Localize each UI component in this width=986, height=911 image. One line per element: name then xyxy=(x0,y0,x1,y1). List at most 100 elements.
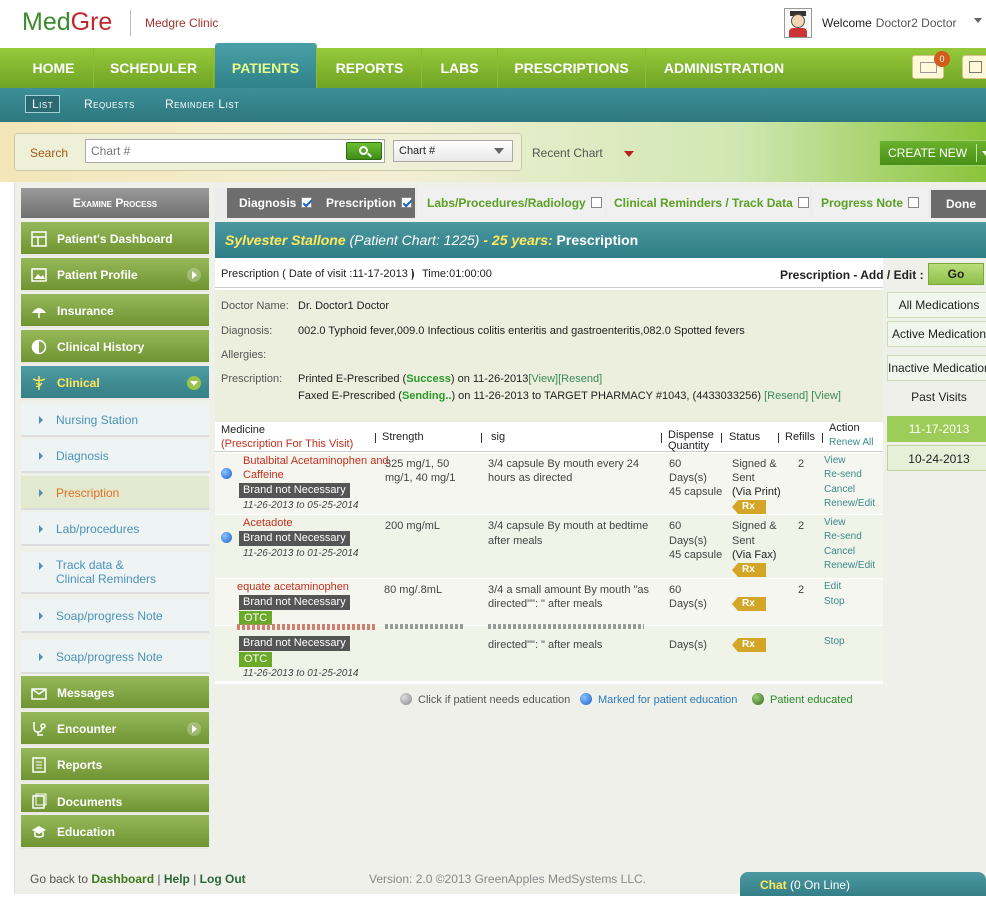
subnav-reminder-list[interactable]: Reminder List xyxy=(165,97,240,111)
user-name[interactable]: Doctor2 Doctor xyxy=(876,16,957,30)
chat-bar[interactable]: Chat (0 On Line) xyxy=(740,872,986,896)
visit-date-text: Prescription ( Date of visit :11-17-2013… xyxy=(221,268,415,280)
visit-separator: | xyxy=(411,268,414,280)
sidebar-sub-soap-note[interactable]: Soap/progress Note xyxy=(21,599,209,633)
eprescribe-line-1: Printed E-Prescribed (Success) on 11-26-… xyxy=(298,373,603,385)
nav-tab-patients[interactable]: PATIENTS xyxy=(215,43,317,88)
section-title: Prescription xyxy=(556,232,639,248)
edit-link[interactable]: Edit xyxy=(824,579,841,594)
rx-tag[interactable]: Rx xyxy=(732,563,766,577)
education-marked-icon[interactable] xyxy=(221,468,232,479)
rx-tag[interactable]: Rx xyxy=(732,597,766,611)
search-button[interactable] xyxy=(346,142,382,160)
nav-tab-reports[interactable]: REPORTS xyxy=(318,48,422,88)
process-tab-prescription[interactable]: Prescription xyxy=(319,188,415,218)
sidebar-item-patient-profile[interactable]: Patient Profile xyxy=(21,258,209,292)
renew-edit-link[interactable]: Renew/Edit xyxy=(824,496,875,511)
all-medications-button[interactable]: All Medications xyxy=(887,292,986,318)
needs-education-icon xyxy=(400,693,412,705)
patient-age: - 25 years: xyxy=(483,232,553,248)
resend-view-link[interactable]: [Resend] [View] xyxy=(764,390,841,402)
search-input[interactable] xyxy=(85,139,385,163)
sidebar-sub-track-data[interactable]: Track data & Clinical Reminders xyxy=(21,552,209,594)
rx-tag[interactable]: Rx xyxy=(732,500,766,514)
nav-tab-home[interactable]: HOME xyxy=(14,48,94,88)
resend-link[interactable]: Re-send xyxy=(824,529,862,544)
sub-nav: List Requests Reminder List xyxy=(0,88,986,122)
sidebar-sub-diagnosis[interactable]: Diagnosis xyxy=(21,439,209,473)
resend-link[interactable]: Re-send xyxy=(824,467,862,482)
sidebar-sub-lab-procedures[interactable]: Lab/procedures xyxy=(21,512,209,546)
medication-table-header: Medicine (Prescription For This Visit) S… xyxy=(215,422,883,452)
stethoscope-icon xyxy=(33,722,46,736)
past-visits-title: Past Visits xyxy=(911,390,967,404)
create-new-button[interactable]: CREATE NEW xyxy=(879,140,986,166)
sidebar-item-insurance[interactable]: Insurance xyxy=(21,294,209,328)
graduation-cap-icon xyxy=(32,826,46,838)
process-tab-clinical-reminders[interactable]: Clinical Reminders / Track Data xyxy=(606,188,810,218)
mail-count-badge: 0 xyxy=(934,51,950,67)
avatar[interactable] xyxy=(784,8,812,38)
sidebar-item-encounter[interactable]: Encounter xyxy=(21,712,209,746)
sidebar-item-clinical[interactable]: Clinical xyxy=(21,366,209,400)
table-row: equate acetaminophen Brand not Necessary… xyxy=(215,579,883,626)
welcome-text: Welcome Doctor2 Doctor xyxy=(822,16,957,30)
table-row: Butalbital Acetaminophen and Caffeine Br… xyxy=(215,453,883,515)
checkbox-empty-icon xyxy=(590,197,602,208)
cancel-link[interactable]: Cancel xyxy=(824,482,855,497)
inactive-medication-button[interactable]: Inactive Medication xyxy=(887,355,986,381)
nav-tab-prescriptions[interactable]: PRESCRIPTIONS xyxy=(498,48,646,88)
sidebar-sub-prescription[interactable]: Prescription xyxy=(21,476,209,510)
view-resend-link[interactable]: [View][Resend] xyxy=(528,373,602,385)
renew-all-link[interactable]: Renew All xyxy=(829,437,873,448)
medgre-logo[interactable]: MedGre xyxy=(22,8,112,37)
sidebar-item-education[interactable]: Education xyxy=(21,815,209,849)
logo-divider xyxy=(130,10,131,36)
help-link[interactable]: Help xyxy=(164,872,190,886)
cancel-link[interactable]: Cancel xyxy=(824,544,855,559)
view-link[interactable]: View xyxy=(824,453,846,468)
process-tab-progress-note[interactable]: Progress Note xyxy=(812,188,928,218)
education-marked-icon[interactable] xyxy=(221,532,232,543)
user-menu-caret-icon[interactable] xyxy=(974,18,982,23)
calendar-button[interactable] xyxy=(962,55,986,79)
checkbox-checked-icon xyxy=(401,197,413,208)
rx-tag[interactable]: Rx xyxy=(732,638,766,652)
go-button[interactable]: Go xyxy=(928,263,984,285)
nav-tab-scheduler[interactable]: SCHEDULER xyxy=(94,48,214,88)
process-tab-labs[interactable]: Labs/Procedures/Radiology xyxy=(417,188,605,218)
subnav-list[interactable]: List xyxy=(25,95,61,113)
past-visit-date[interactable]: 11-17-2013 xyxy=(887,416,986,442)
collapse-arrow-icon[interactable] xyxy=(187,376,201,390)
history-icon xyxy=(31,339,47,355)
search-type-select[interactable]: Chart # xyxy=(393,140,513,162)
expand-arrow-icon[interactable] xyxy=(187,268,201,282)
subnav-requests[interactable]: Requests xyxy=(84,97,135,111)
recent-chart-label[interactable]: Recent Chart xyxy=(532,146,603,160)
documents-icon xyxy=(32,793,47,809)
sidebar-item-documents[interactable]: Documents xyxy=(21,784,209,814)
logout-link[interactable]: Log Out xyxy=(200,872,246,886)
stop-link[interactable]: Stop xyxy=(824,594,845,609)
view-link[interactable]: View xyxy=(824,515,846,530)
renew-edit-link[interactable]: Renew/Edit xyxy=(824,558,875,573)
version-text: Version: 2.0 ©2013 GreenApples MedSystem… xyxy=(369,872,646,886)
sidebar-sub-nursing-station[interactable]: Nursing Station xyxy=(21,403,209,437)
sidebar-item-dashboard[interactable]: Patient's Dashboard xyxy=(21,222,209,256)
sidebar-item-reports[interactable]: Reports xyxy=(21,748,209,782)
nav-tab-labs[interactable]: LABS xyxy=(422,48,498,88)
past-visit-date[interactable]: 10-24-2013 xyxy=(887,445,986,471)
sidebar-item-clinical-history[interactable]: Clinical History xyxy=(21,330,209,364)
dashboard-link[interactable]: Dashboard xyxy=(91,872,154,886)
expand-arrow-icon[interactable] xyxy=(187,722,201,736)
done-button[interactable]: Done xyxy=(931,190,986,218)
active-medication-button[interactable]: Active Medication xyxy=(887,321,986,347)
nav-tab-administration[interactable]: ADMINISTRATION xyxy=(646,48,802,88)
chevron-down-icon[interactable] xyxy=(982,151,986,156)
recent-chart-caret-icon[interactable] xyxy=(624,151,634,157)
sidebar-item-messages[interactable]: Messages xyxy=(21,676,209,710)
clinic-name: Medgre Clinic xyxy=(145,16,219,30)
sidebar-sub-soap-note-2[interactable]: Soap/progress Note xyxy=(21,640,209,674)
stop-link[interactable]: Stop xyxy=(824,634,845,649)
process-tab-diagnosis[interactable]: Diagnosis xyxy=(227,188,319,218)
